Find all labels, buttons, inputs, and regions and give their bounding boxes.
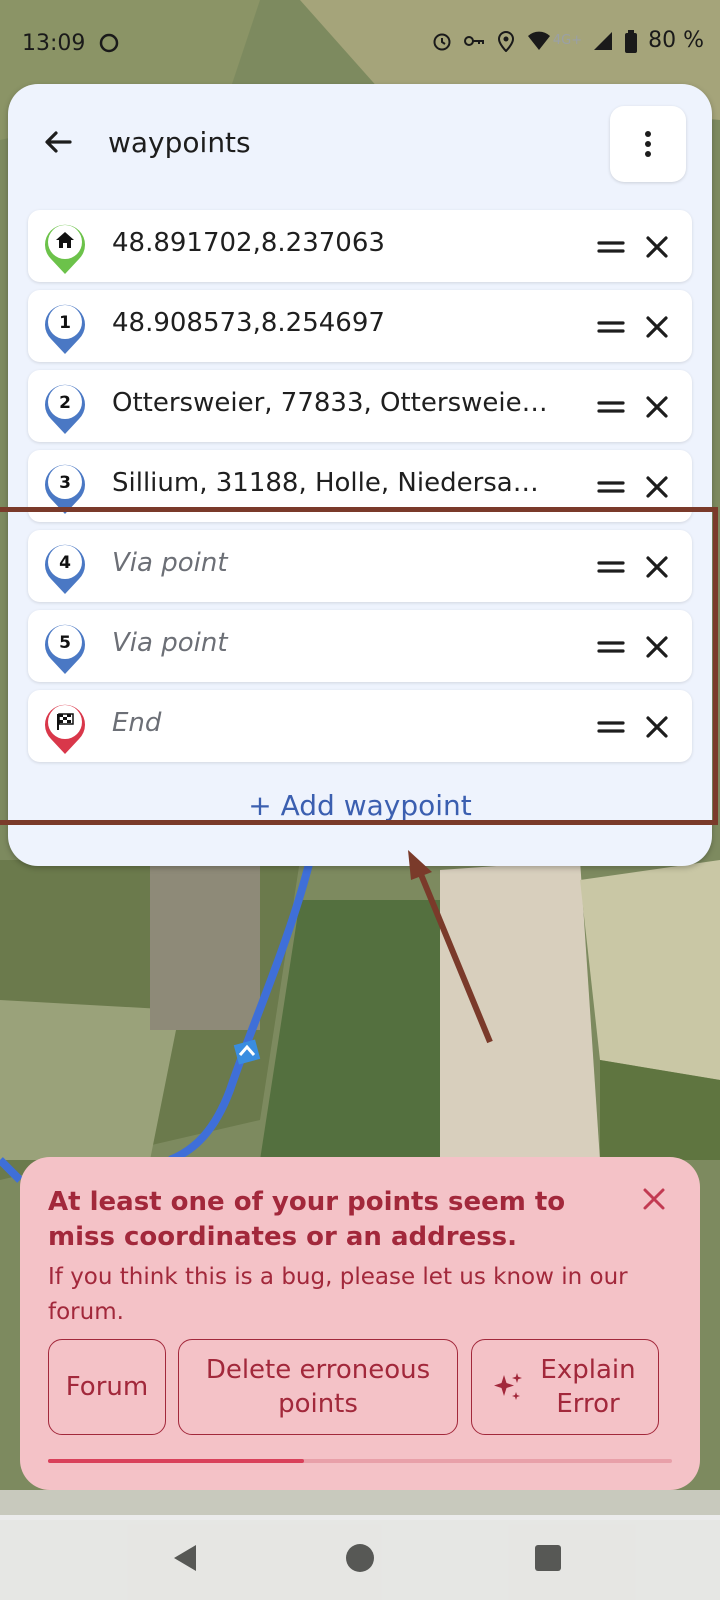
vpn-key-icon bbox=[463, 30, 485, 52]
remove-waypoint-icon[interactable] bbox=[642, 232, 672, 262]
drag-handle-icon[interactable] bbox=[596, 232, 626, 262]
error-message: If you think this is a bug, please let u… bbox=[48, 1264, 628, 1325]
error-timeout-progress-fill bbox=[48, 1459, 304, 1463]
square-recents-icon bbox=[535, 1545, 561, 1571]
sparkle-icon bbox=[490, 1369, 526, 1405]
cell-signal-icon bbox=[592, 30, 614, 52]
error-title: At least one of your points seem to miss… bbox=[48, 1187, 566, 1252]
numbered-pin-icon: 1 bbox=[38, 297, 92, 357]
arrow-left-icon bbox=[45, 131, 72, 153]
waypoint-field[interactable]: Sillium, 31188, Holle, Niedersachs… bbox=[112, 468, 552, 498]
delete-erroneous-points-button[interactable]: Delete erroneous points bbox=[178, 1339, 458, 1435]
nav-recents-button[interactable] bbox=[532, 1542, 564, 1574]
error-snackbar: At least one of your points seem to miss… bbox=[20, 1157, 700, 1490]
close-error-button[interactable] bbox=[640, 1185, 668, 1213]
waypoint-field[interactable]: Ottersweier, 77833, Ottersweier, … bbox=[112, 388, 552, 418]
waypoints-header: waypoints bbox=[8, 84, 712, 204]
status-time: 13:09 bbox=[22, 31, 86, 56]
battery-icon bbox=[624, 29, 638, 53]
page-title: waypoints bbox=[108, 126, 251, 159]
alarm-icon bbox=[431, 30, 453, 52]
wifi-icon bbox=[527, 30, 550, 52]
explain-error-button[interactable]: Explain Error bbox=[471, 1339, 659, 1435]
more-options-button[interactable] bbox=[610, 106, 686, 182]
forum-button[interactable]: Forum bbox=[48, 1339, 166, 1435]
forum-button-label: Forum bbox=[65, 1372, 149, 1402]
nav-back-button[interactable] bbox=[170, 1542, 202, 1574]
triangle-back-icon bbox=[174, 1545, 196, 1571]
error-timeout-progress bbox=[48, 1459, 672, 1463]
waypoint-row[interactable]: 48.891702,8.237063 bbox=[28, 210, 692, 282]
location-icon bbox=[495, 30, 517, 52]
more-vert-icon bbox=[645, 131, 651, 157]
remove-waypoint-icon[interactable] bbox=[642, 472, 672, 502]
numbered-pin-icon: 2 bbox=[38, 377, 92, 437]
delete-button-label: Delete erroneous points bbox=[205, 1355, 431, 1419]
svg-text:3: 3 bbox=[59, 473, 71, 493]
battery-percent: 80 % bbox=[648, 28, 704, 53]
drag-handle-icon[interactable] bbox=[596, 472, 626, 502]
svg-text:1: 1 bbox=[59, 313, 71, 333]
status-bar: 13:09 4G+ 80 % bbox=[0, 0, 720, 80]
nav-home-button[interactable] bbox=[344, 1542, 376, 1574]
drag-handle-icon[interactable] bbox=[596, 312, 626, 342]
back-button[interactable] bbox=[36, 120, 80, 164]
home-pin-icon bbox=[38, 217, 92, 277]
waypoint-field[interactable]: 48.908573,8.254697 bbox=[112, 308, 552, 338]
waypoint-row[interactable]: 1 48.908573,8.254697 bbox=[28, 290, 692, 362]
explain-button-label: Explain Error bbox=[540, 1355, 636, 1419]
navigation-bar bbox=[0, 1515, 720, 1600]
remove-waypoint-icon[interactable] bbox=[642, 312, 672, 342]
svg-text:2: 2 bbox=[59, 393, 71, 413]
settings-circle-icon bbox=[98, 32, 120, 54]
circle-home-icon bbox=[346, 1544, 374, 1572]
network-type-label: 4G+ bbox=[552, 33, 583, 48]
waypoint-field[interactable]: 48.891702,8.237063 bbox=[112, 228, 552, 258]
close-icon bbox=[643, 1188, 665, 1210]
drag-handle-icon[interactable] bbox=[596, 392, 626, 422]
waypoint-row[interactable]: 2 Ottersweier, 77833, Ottersweier, … bbox=[28, 370, 692, 442]
remove-waypoint-icon[interactable] bbox=[642, 392, 672, 422]
highlight-rectangle bbox=[0, 507, 718, 825]
